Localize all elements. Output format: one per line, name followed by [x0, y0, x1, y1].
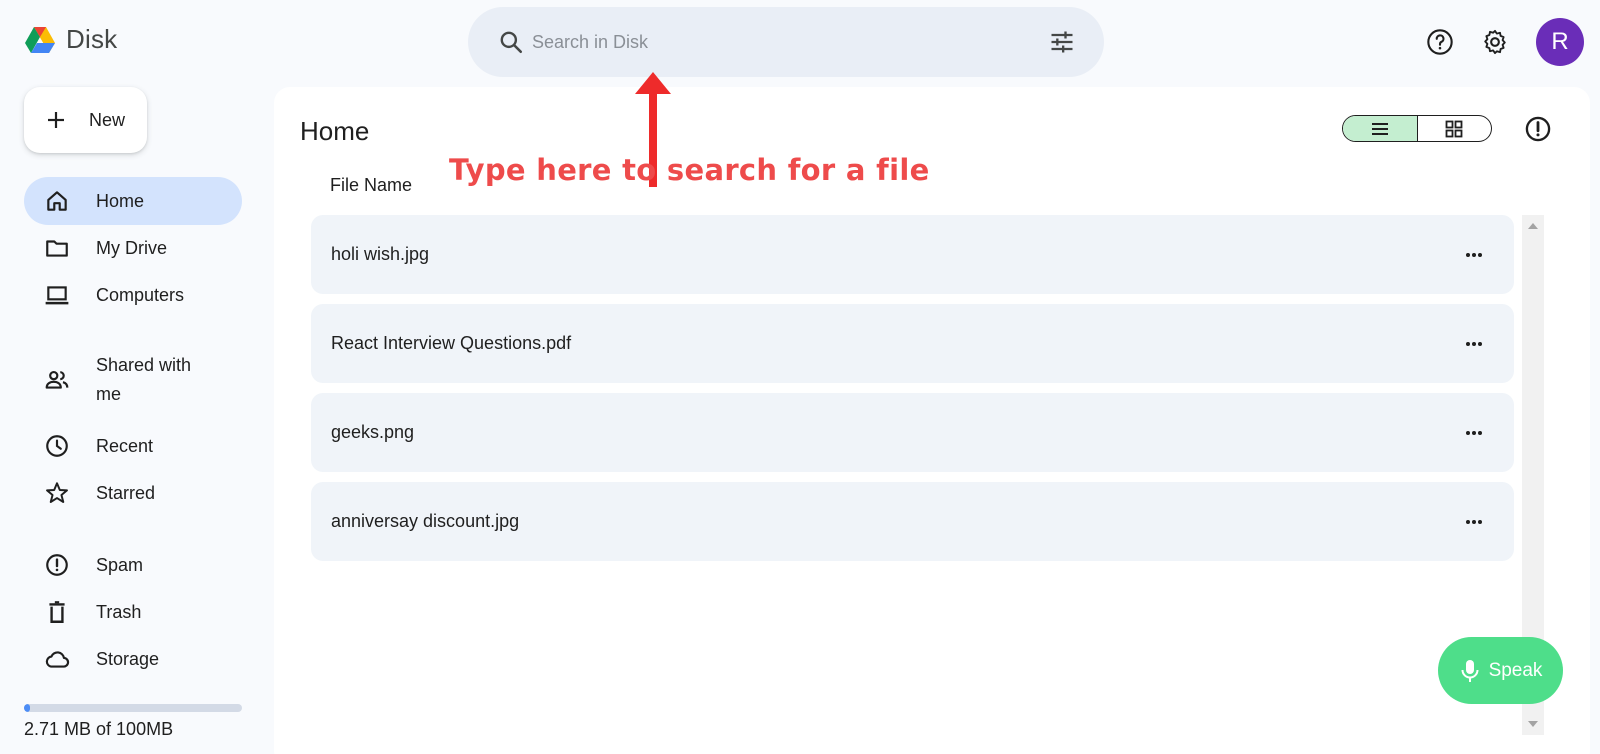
sidebar-item-label: Shared with me [96, 355, 192, 404]
more-horizontal-icon [1466, 430, 1482, 435]
sidebar-item-storage[interactable]: Storage [24, 635, 242, 683]
grid-icon [1445, 120, 1463, 137]
sidebar-item-my-drive[interactable]: My Drive [24, 224, 242, 272]
trash-icon [49, 601, 65, 623]
sidebar-item-trash[interactable]: Trash [24, 588, 242, 636]
more-options-button[interactable] [1462, 510, 1486, 534]
sidebar-item-label: Spam [96, 554, 144, 575]
file-name: geeks.png [331, 422, 415, 442]
more-horizontal-icon [1466, 519, 1482, 524]
sidebar-item-computers[interactable]: Computers [24, 271, 242, 319]
star-icon [46, 482, 68, 503]
scroll-up-arrow-icon[interactable] [1528, 223, 1538, 229]
sidebar-item-starred[interactable]: Starred [24, 469, 242, 517]
column-header-file-name[interactable]: File Name [330, 175, 412, 196]
sidebar-item-label: Starred [96, 482, 156, 503]
view-toggle [1342, 115, 1492, 142]
search-input[interactable] [532, 22, 1048, 62]
sidebar-item-label: My Drive [96, 237, 167, 258]
app-name: Disk [66, 24, 118, 54]
speak-button[interactable]: Speak [1438, 637, 1563, 704]
more-options-button[interactable] [1462, 332, 1486, 356]
main-panel: Home File Name holi wish.jpg React Inter… [274, 87, 1590, 754]
sidebar-item-spam[interactable]: Spam [24, 541, 242, 589]
avatar[interactable]: R [1536, 18, 1584, 66]
file-row[interactable]: holi wish.jpg [311, 215, 1514, 294]
list-view-button[interactable] [1343, 116, 1418, 141]
plus-icon [48, 112, 64, 128]
header-actions: R [1426, 18, 1584, 66]
drive-triangle-logo-icon [25, 26, 55, 53]
file-row[interactable]: React Interview Questions.pdf [311, 304, 1514, 383]
more-options-button[interactable] [1462, 421, 1486, 445]
spam-icon [46, 554, 68, 576]
new-button-label: New [89, 109, 126, 130]
info-icon[interactable] [1524, 115, 1552, 143]
list-icon [1371, 122, 1388, 135]
storage-progress-bar [24, 704, 242, 712]
sidebar-item-label: Home [96, 190, 145, 211]
gear-icon[interactable] [1481, 28, 1509, 56]
file-name: React Interview Questions.pdf [331, 333, 572, 353]
file-list: holi wish.jpg React Interview Questions.… [311, 215, 1514, 571]
clock-icon [46, 435, 68, 457]
scroll-down-arrow-icon[interactable] [1528, 721, 1538, 727]
page-title: Home [300, 116, 370, 146]
speak-button-label: Speak [1488, 659, 1543, 681]
sidebar-item-label: Trash [96, 601, 142, 622]
sidebar-item-recent[interactable]: Recent [24, 422, 242, 470]
storage-progress-fill [24, 704, 30, 712]
sidebar-item-label: Recent [96, 435, 154, 456]
tune-icon[interactable] [1048, 28, 1076, 56]
home-icon [47, 191, 67, 211]
more-horizontal-icon [1466, 252, 1482, 257]
sidebar-item-label: Storage [96, 648, 160, 669]
more-horizontal-icon [1466, 341, 1482, 346]
search-icon [500, 31, 523, 54]
grid-view-button[interactable] [1418, 116, 1492, 141]
cloud-icon [45, 651, 70, 668]
sidebar-item-shared[interactable]: Shared with me [24, 351, 242, 409]
people-icon [45, 371, 69, 389]
folder-icon [46, 240, 68, 257]
file-row[interactable]: geeks.png [311, 393, 1514, 472]
search-bar[interactable] [468, 7, 1104, 77]
sidebar-item-label: Computers [96, 284, 185, 305]
more-options-button[interactable] [1462, 243, 1486, 267]
file-row[interactable]: anniversay discount.jpg [311, 482, 1514, 561]
sidebar-item-home[interactable]: Home [24, 177, 242, 225]
app-logo[interactable]: Disk [24, 24, 117, 55]
file-name: anniversay discount.jpg [331, 511, 520, 531]
microphone-icon [1461, 659, 1479, 682]
help-icon[interactable] [1426, 28, 1454, 56]
annotation-text: Type here to search for a file [449, 153, 930, 187]
file-name: holi wish.jpg [331, 244, 430, 264]
storage-usage-text: 2.71 MB of 100MB [24, 719, 174, 739]
avatar-letter: R [1551, 28, 1569, 55]
new-button[interactable]: New [24, 87, 147, 153]
laptop-icon [45, 286, 69, 305]
